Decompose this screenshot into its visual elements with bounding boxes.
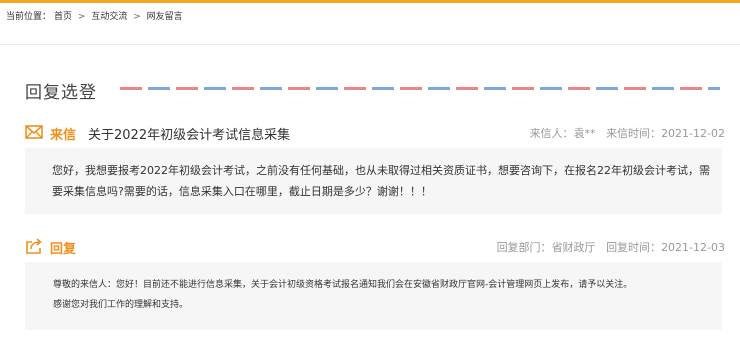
reply-date-label: 回复时间： (606, 241, 662, 254)
breadcrumb-interaction[interactable]: 互动交流 (91, 12, 127, 22)
breadcrumb: 当前位置： 首页 > 互动交流 > 网友留言 (6, 9, 186, 25)
reply-line: 尊敬的来信人：您好！目前还不能进行信息采集，关于会计初级资格考试报名通知我们会在… (53, 280, 633, 290)
reply-tag: 回复 (50, 242, 77, 257)
letter-date-label: 来信时间： (606, 127, 662, 140)
breadcrumb-messages[interactable]: 网友留言 (147, 12, 183, 22)
letter-body-box: 您好，我想要报考2022年初级会计考试，之前没有任何基础，也从未取得过相关资质证… (25, 148, 722, 214)
breadcrumb-home[interactable]: 首页 (54, 12, 72, 22)
airmail-stripe-divider (120, 87, 720, 90)
breadcrumb-prefix: 当前位置： (6, 12, 52, 22)
divider (0, 44, 740, 45)
dept-label: 回复部门： (496, 241, 552, 254)
breadcrumb-separator: > (77, 12, 86, 22)
letter-body: 您好，我想要报考2022年初级会计考试，之前没有任何基础，也从未取得过相关资质证… (52, 164, 710, 198)
sender-label: 来信人： (529, 127, 574, 140)
reply-header: 回复 回复部门：省财政厅 回复时间：2021-12-03 (25, 237, 725, 257)
reply-share-icon (26, 238, 42, 254)
letter-tag: 来信 (50, 128, 77, 143)
reply-body-box: 尊敬的来信人：您好！目前还不能进行信息采集，关于会计初级资格考试报名通知我们会在… (25, 262, 722, 330)
top-accent-bar (0, 0, 740, 3)
breadcrumb-separator: > (133, 12, 141, 22)
envelope-icon (25, 125, 43, 139)
reply-line: 感谢您对我们工作的理解和支持。 (53, 300, 189, 310)
section-title: 回复选登 (25, 83, 97, 103)
dept-name: 省财政厅 (551, 241, 596, 254)
letter-header: 来信 关于2022年初级会计考试信息采集 来信人：袁** 来信时间：2021-1… (25, 123, 725, 143)
letter-meta: 来信人：袁** 来信时间：2021-12-02 (530, 125, 725, 141)
letter-subject: 关于2022年初级会计考试信息采集 (88, 128, 291, 143)
reply-meta: 回复部门：省财政厅 回复时间：2021-12-03 (497, 239, 725, 255)
letter-date: 2021-12-02 (661, 127, 725, 140)
reply-date: 2021-12-03 (661, 241, 725, 254)
sender-name: 袁** (573, 127, 596, 140)
